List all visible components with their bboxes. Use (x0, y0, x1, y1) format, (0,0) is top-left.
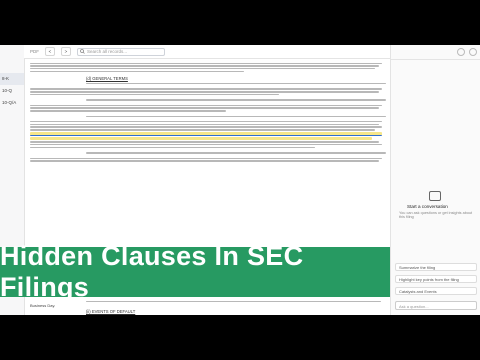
rail-item-0[interactable]: 8-K (0, 73, 24, 85)
monthly-payments-paragraph (86, 115, 386, 117)
close-icon[interactable] (469, 48, 477, 56)
rail-item-1[interactable]: 10-Q (0, 85, 24, 97)
ask-input[interactable]: Ask a question... (395, 301, 477, 310)
search-placeholder: Search all records... (87, 49, 128, 54)
business-day-label: Business Day. (30, 303, 56, 309)
section-heading-general-terms: (d) GENERAL TERMS (86, 76, 128, 82)
settings-icon[interactable] (457, 48, 465, 56)
prev-page-button[interactable]: < (45, 47, 55, 56)
chat-panel: Start a conversation You can ask questio… (390, 45, 480, 315)
optional-redemption-paragraph (86, 152, 386, 154)
suggestion-catalysts[interactable]: Catalysts and Events (395, 287, 477, 295)
maturity-paragraph (86, 83, 386, 85)
intro-paragraph (30, 62, 386, 73)
banner-title: Hidden Clauses In SEC Filings (0, 241, 304, 302)
panel-header (391, 45, 480, 60)
highlighted-clause[interactable] (30, 132, 383, 137)
suggestion-summarize[interactable]: Summarize the filing (395, 263, 477, 271)
suggestion-highlight[interactable]: Highlight key points from the filing (395, 275, 477, 283)
rail-item-2[interactable]: 10-Q/A (0, 97, 24, 109)
section-heading-events-of-default: (ii) EVENTS OF DEFAULT (86, 309, 136, 315)
pdf-button[interactable]: PDF (30, 49, 39, 54)
lower-document: Business Day. (ii) EVENTS OF DEFAULT (30, 299, 386, 315)
interest-paragraph (86, 99, 386, 101)
search-icon (80, 49, 85, 54)
search-input[interactable]: Search all records... (77, 47, 165, 56)
chat-title: Start a conversation (407, 204, 448, 209)
chat-icon (429, 191, 441, 201)
title-banner: Hidden Clauses In SEC Filings (0, 241, 390, 302)
chat-subtitle: You can ask questions or get insights ab… (399, 211, 473, 219)
highlighted-clause-line-2[interactable] (30, 136, 372, 140)
document-toolbar: PDF < > Search all records... (24, 45, 390, 59)
app-frame: 8-K 10-Q 10-Q/A PDF < > Search all recor… (0, 45, 480, 315)
next-page-button[interactable]: > (61, 47, 71, 56)
